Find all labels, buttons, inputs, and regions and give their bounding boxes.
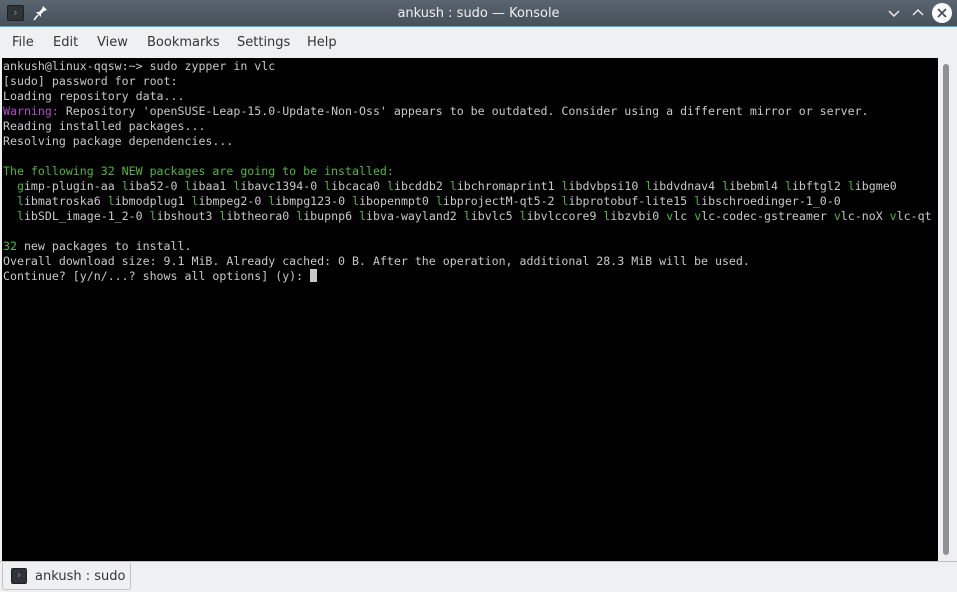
- highlighted-text: The following 32 NEW packages are going …: [3, 164, 394, 178]
- terminal-line: Continue? [y/n/...? shows all options] (…: [2, 269, 938, 284]
- menu-bar: File Edit View Bookmarks Settings Help: [0, 28, 957, 58]
- highlighted-text: 32: [3, 239, 17, 253]
- package-name: libdvdnav4: [645, 179, 716, 193]
- package-name: libavc1394-0: [233, 179, 318, 193]
- package-name: vlc: [666, 209, 688, 223]
- package-name: vlc-noX: [833, 209, 883, 223]
- package-name: libupnp6: [296, 209, 353, 223]
- package-name: libcddb2: [387, 179, 443, 193]
- minimize-button[interactable]: [885, 4, 903, 22]
- terminal-cursor: [310, 269, 318, 282]
- close-icon: [937, 8, 947, 18]
- terminal-line: Reading installed packages...: [2, 119, 938, 134]
- terminal-text: Resolving package dependencies...: [3, 134, 234, 148]
- menu-view[interactable]: View: [97, 28, 128, 58]
- package-name: libSDL_image-1_2-0: [16, 209, 143, 223]
- menu-settings[interactable]: Settings: [237, 28, 290, 58]
- package-name: libchromaprint1: [449, 179, 555, 193]
- package-name: vlc-qt: [889, 209, 932, 223]
- terminal-line: [sudo] password for root:: [2, 74, 938, 89]
- terminal-text: new packages to install.: [16, 239, 192, 253]
- package-name: libmpeg2-0: [191, 194, 262, 208]
- package-name: libgme0: [847, 179, 897, 193]
- menu-bookmarks[interactable]: Bookmarks: [147, 28, 220, 58]
- package-name: libebml4: [722, 179, 778, 193]
- terminal-icon: ›: [11, 568, 27, 584]
- package-name: libmodplug1: [107, 194, 185, 208]
- menu-edit[interactable]: Edit: [53, 28, 78, 58]
- terminal-text: Overall download size: 9.1 MiB. Already …: [3, 254, 750, 268]
- tab-label: ankush : sudo: [35, 569, 126, 584]
- terminal-text: Continue? [y/n/...? shows all options] (…: [3, 269, 311, 283]
- package-name: libprotobuf-lite15: [561, 194, 688, 208]
- package-name: vlc-codec-gstreamer: [694, 209, 827, 223]
- package-name: libvlccore9: [519, 209, 597, 223]
- package-name: libdvbpsi10: [561, 179, 639, 193]
- package-name: liba52-0: [121, 179, 178, 193]
- package-name: libcaca0: [324, 179, 381, 193]
- terminal-line: Overall download size: 9.1 MiB. Already …: [2, 254, 938, 269]
- tab-bar: › ankush : sudo: [0, 561, 957, 592]
- maximize-button[interactable]: [909, 4, 927, 22]
- package-name: libopenmpt0: [352, 194, 429, 208]
- terminal-line: Loading repository data...: [2, 89, 938, 104]
- chevron-down-icon: [888, 10, 900, 17]
- package-name: libschroedinger-1_0-0: [694, 194, 841, 208]
- title-bar[interactable]: › ankush : sudo — Konsole: [0, 0, 957, 27]
- highlighted-text: Warning:: [3, 104, 59, 118]
- tab-session[interactable]: › ankush : sudo: [2, 563, 131, 590]
- package-name: libftgl2: [784, 179, 841, 193]
- close-button[interactable]: [932, 3, 952, 23]
- terminal-text: Loading repository data...: [3, 89, 185, 103]
- package-name: libvlc5: [463, 209, 513, 223]
- package-name: libmpg123-0: [268, 194, 346, 208]
- window-title: ankush : sudo — Konsole: [397, 6, 560, 21]
- package-name: gimp-plugin-aa: [16, 179, 115, 193]
- package-name: libshout3: [149, 209, 213, 223]
- terminal-line: Warning: Repository 'openSUSE-Leap-15.0-…: [2, 104, 938, 119]
- terminal-line: Resolving package dependencies...: [2, 134, 938, 149]
- terminal-text: Reading installed packages...: [3, 119, 206, 133]
- terminal-output[interactable]: ankush@linux-qqsw:~> sudo zypper in vlc[…: [2, 58, 938, 561]
- terminal-line: 32 new packages to install.: [2, 239, 938, 254]
- menu-help[interactable]: Help: [307, 28, 337, 58]
- chevron-up-icon: [912, 9, 924, 16]
- package-name: libaa1: [184, 179, 227, 193]
- terminal-line: gimp-plugin-aa liba52-0 libaa1 libavc139…: [2, 179, 938, 194]
- terminal-text: [sudo] password for root:: [3, 74, 178, 88]
- package-name: libzvbi0: [603, 209, 660, 223]
- terminal-line: libmatroska6 libmodplug1 libmpeg2-0 libm…: [2, 194, 938, 209]
- terminal-line: The following 32 NEW packages are going …: [2, 164, 938, 179]
- package-name: libprojectM-qt5-2: [435, 194, 555, 208]
- package-name: libmatroska6: [16, 194, 101, 208]
- terminal-line: libSDL_image-1_2-0 libshout3 libtheora0 …: [2, 209, 938, 224]
- terminal-line: ankush@linux-qqsw:~> sudo zypper in vlc: [2, 59, 938, 74]
- scrollbar-thumb[interactable]: [943, 64, 949, 555]
- terminal-text: ankush@linux-qqsw:~> sudo zypper in vlc: [3, 59, 276, 73]
- scrollbar[interactable]: [938, 58, 957, 561]
- package-name: libva-wayland2: [359, 209, 457, 223]
- package-name: libtheora0: [219, 209, 290, 223]
- menu-file[interactable]: File: [12, 28, 34, 58]
- terminal-text: Repository 'openSUSE-Leap-15.0-Update-No…: [58, 104, 869, 118]
